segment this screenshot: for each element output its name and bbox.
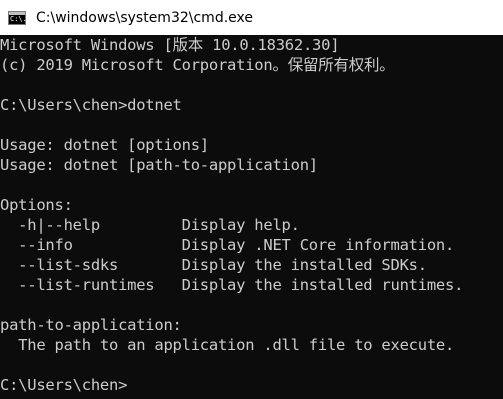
console-line: Usage: dotnet [path-to-application] bbox=[0, 156, 318, 174]
console-prompt-line: C:\Users\chen> bbox=[0, 376, 128, 394]
console-line: path-to-application: bbox=[0, 316, 182, 334]
window-title: C:\windows\system32\cmd.exe bbox=[36, 9, 253, 26]
title-bar[interactable]: C:\. C:\windows\system32\cmd.exe bbox=[0, 0, 503, 35]
console-line: --list-runtimes Display the installed ru… bbox=[0, 276, 464, 294]
console-line: --list-sdks Display the installed SDKs. bbox=[0, 256, 427, 274]
cmd-window: C:\. C:\windows\system32\cmd.exe Microso… bbox=[0, 0, 503, 399]
cmd-icon-glyph: C:\. bbox=[10, 14, 27, 23]
console-line: -h|--help Display help. bbox=[0, 216, 300, 234]
console-line: (c) 2019 Microsoft Corporation。保留所有权利。 bbox=[0, 56, 395, 74]
console-line: --info Display .NET Core information. bbox=[0, 236, 455, 254]
console-output[interactable]: Microsoft Windows [版本 10.0.18362.30] (c)… bbox=[0, 35, 503, 399]
cmd-icon[interactable]: C:\. bbox=[8, 10, 27, 25]
console-line: The path to an application .dll file to … bbox=[0, 336, 455, 354]
console-line: Options: bbox=[0, 196, 73, 214]
console-line: C:\Users\chen>dotnet bbox=[0, 96, 182, 114]
console-line: Microsoft Windows [版本 10.0.18362.30] bbox=[0, 36, 340, 54]
console-line: Usage: dotnet [options] bbox=[0, 136, 209, 154]
